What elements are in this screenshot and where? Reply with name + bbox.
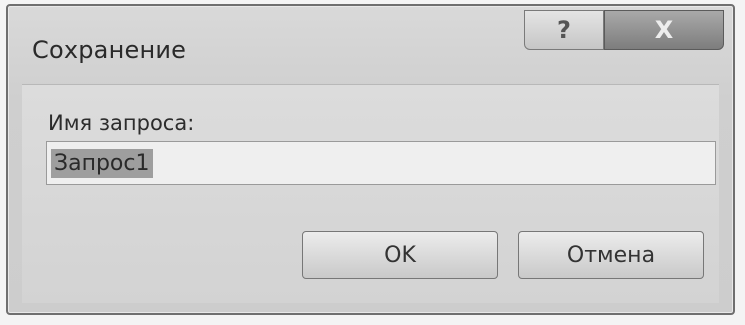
query-name-label: Имя запроса:: [48, 111, 195, 135]
save-dialog: Сохранение ? X Имя запроса: Запрос1 OK О…: [6, 4, 735, 315]
dialog-content: Имя запроса: Запрос1 OK Отмена: [22, 84, 719, 303]
dialog-titlebar[interactable]: Сохранение ? X: [8, 6, 733, 78]
help-button[interactable]: ?: [524, 10, 604, 50]
ok-button[interactable]: OK: [302, 231, 498, 279]
close-icon: X: [654, 16, 674, 44]
query-name-input[interactable]: Запрос1: [46, 141, 716, 185]
help-icon: ?: [557, 16, 571, 44]
cancel-button[interactable]: Отмена: [518, 231, 704, 279]
dialog-title: Сохранение: [32, 36, 187, 64]
query-name-value: Запрос1: [51, 148, 153, 178]
close-button[interactable]: X: [604, 10, 724, 50]
